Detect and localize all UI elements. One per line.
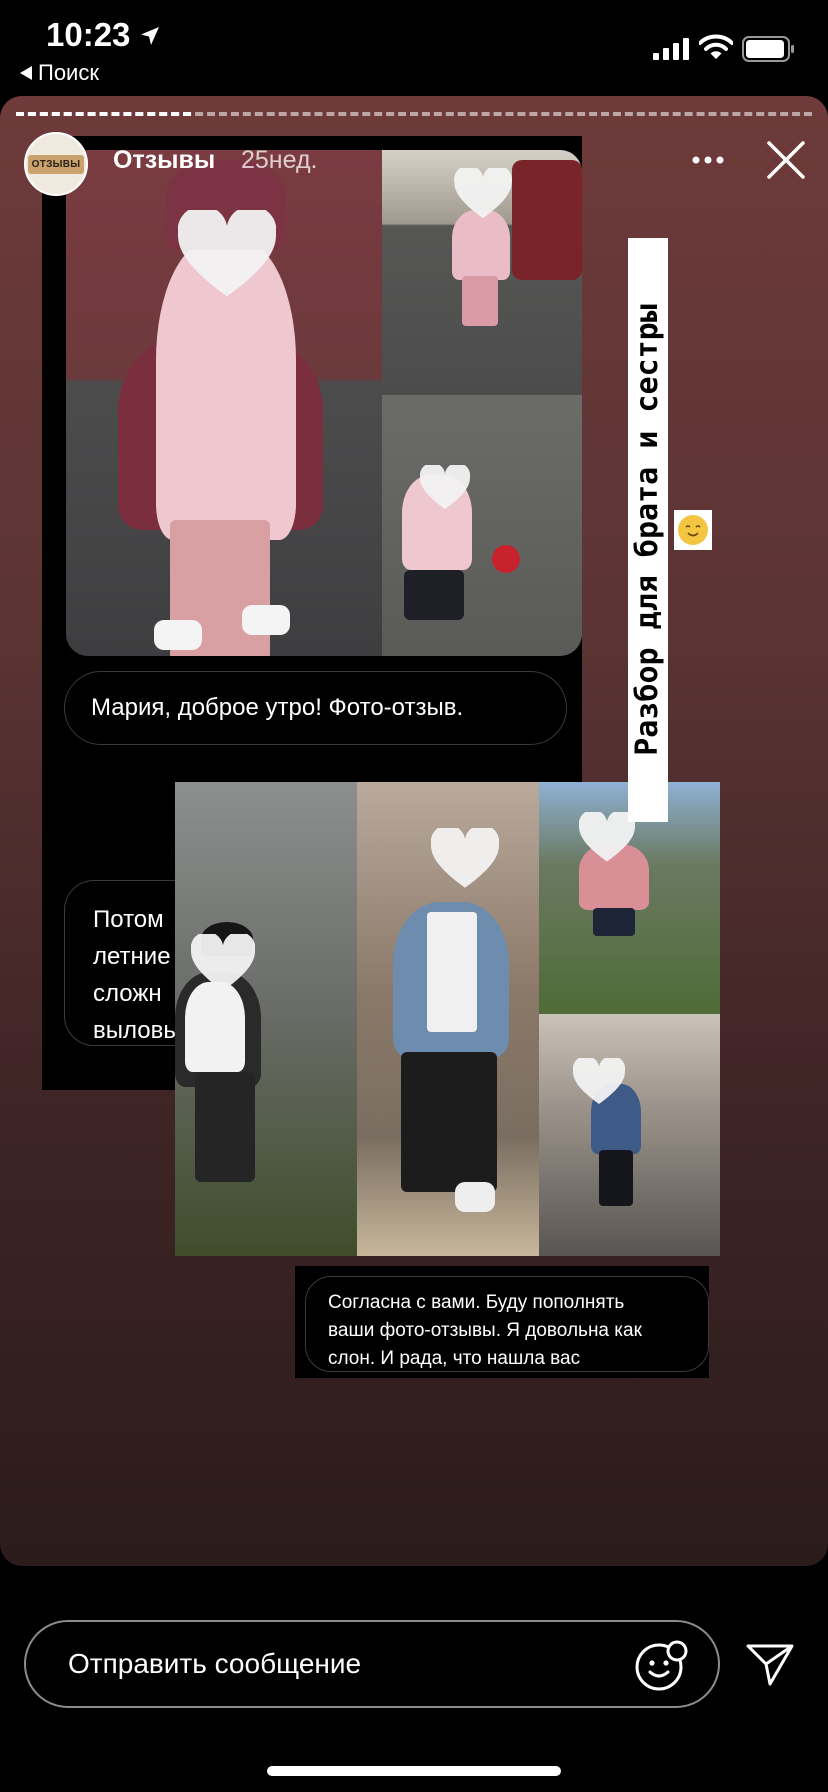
signal-icon [653, 38, 689, 60]
face-blur-heart-icon [573, 1058, 625, 1104]
face-blur-heart-icon [191, 934, 255, 991]
collage-photo-boy-yard [539, 1014, 720, 1256]
face-blur-heart-icon [431, 828, 499, 888]
battery-icon [742, 36, 794, 62]
account-name[interactable]: Отзывы [113, 146, 215, 175]
status-bar: 10:23 Поиск [0, 0, 828, 96]
caption-line: ваши фото-отзывы. Я довольна как [328, 1320, 642, 1341]
story-card[interactable]: Мария, доброе утро! Фото-отзыв. Потом ле… [0, 96, 828, 1566]
back-to-search-link[interactable]: Поиск [20, 60, 99, 86]
emoji-icon[interactable] [633, 1637, 689, 1693]
face-blur-heart-icon [178, 210, 276, 297]
caption-message-bubble: Согласна с вами. Буду пополнять ваши фот… [305, 1276, 709, 1372]
review-photo-girl-street [382, 150, 582, 395]
review-photo-girl-scooter [382, 395, 582, 656]
home-indicator[interactable] [267, 1766, 561, 1776]
story-progress-fill [16, 112, 191, 116]
location-arrow-icon [141, 27, 159, 45]
more-icon[interactable] [690, 154, 726, 166]
face-blur-heart-icon [579, 812, 635, 862]
caption-line: Согласна с вами. Буду пополнять [328, 1292, 625, 1313]
close-icon[interactable] [764, 138, 808, 182]
back-triangle-icon [20, 66, 32, 80]
avatar-label: ОТЗЫВЫ [27, 154, 85, 174]
face-blur-heart-icon [454, 168, 512, 219]
vertical-caption-text: Разбор для брата и сестры [630, 304, 665, 756]
send-icon[interactable] [745, 1642, 795, 1688]
story-age: 25нед. [241, 146, 318, 174]
status-time: 10:23 [46, 16, 131, 53]
review-photo-girl-standing [66, 150, 382, 656]
account-avatar[interactable]: ОТЗЫВЫ [24, 132, 88, 196]
send-message-placeholder: Отправить сообщение [68, 1648, 362, 1679]
wifi-icon [699, 34, 733, 59]
collage-photo-boy-vest [357, 782, 539, 1256]
back-link-label: Поиск [38, 60, 99, 85]
send-message-input[interactable]: Отправить сообщение [24, 1620, 720, 1708]
review-photo-collage [175, 782, 720, 1256]
chat-message-bubble: Мария, доброе утро! Фото-отзыв. [64, 671, 567, 745]
smiling-face-icon [678, 515, 708, 545]
caption-line: слон. И рада, что нашла вас [328, 1348, 581, 1369]
face-blur-heart-icon [420, 465, 470, 510]
smile-emoji-sticker [674, 510, 712, 550]
collage-photo-boy-fence [175, 782, 357, 1256]
